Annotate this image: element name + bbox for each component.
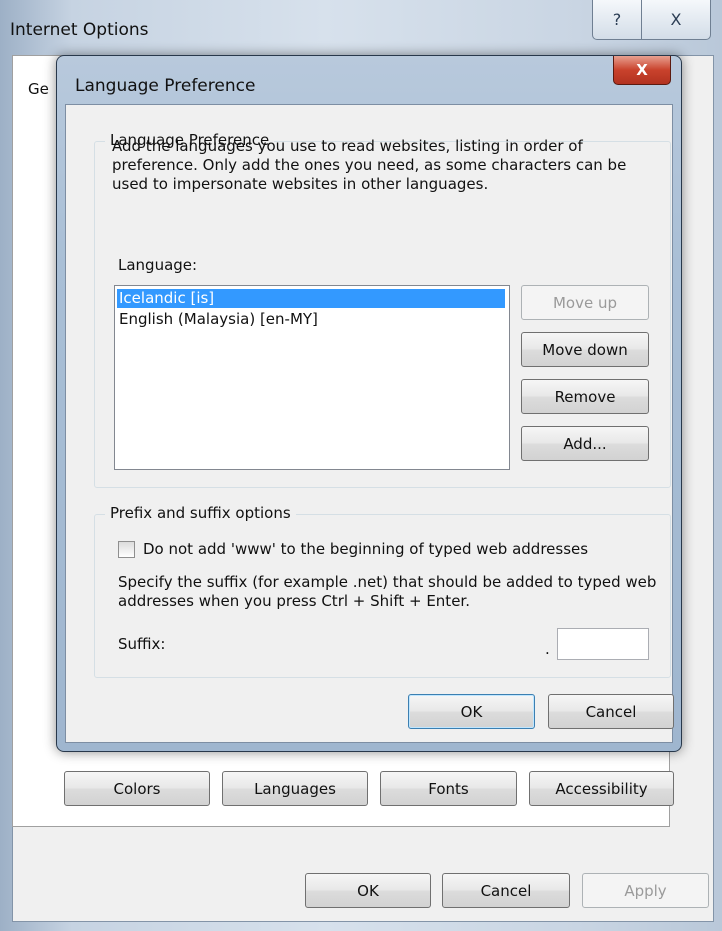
add-button[interactable]: Add... [521, 426, 649, 461]
move-down-button[interactable]: Move down [521, 332, 649, 367]
help-button[interactable]: ? [592, 0, 642, 40]
languages-button[interactable]: Languages [222, 771, 368, 806]
language-description: Add the languages you use to read websit… [112, 137, 627, 193]
apply-button[interactable]: Apply [582, 873, 709, 908]
window-title: Internet Options [10, 20, 149, 40]
close-button[interactable]: X [641, 0, 711, 40]
suffix-description: Specify the suffix (for example .net) th… [118, 573, 657, 610]
tab-general[interactable]: Ge [28, 80, 49, 98]
group-legend: Prefix and suffix options [105, 504, 296, 522]
dialog-cancel-button[interactable]: Cancel [548, 694, 674, 729]
colors-button[interactable]: Colors [64, 771, 210, 806]
suffix-input[interactable] [557, 628, 649, 660]
language-list-label: Language: [118, 256, 198, 274]
close-icon: X [636, 61, 648, 79]
no-www-checkbox[interactable] [118, 541, 135, 558]
dialog-close-button[interactable]: X [613, 56, 671, 85]
no-www-checkbox-label[interactable]: Do not add 'www' to the beginning of typ… [143, 540, 588, 559]
suffix-label: Suffix: [118, 635, 166, 653]
language-listbox[interactable]: Icelandic [is] English (Malaysia) [en-MY… [114, 285, 510, 470]
close-icon: X [670, 10, 682, 29]
suffix-dot: . [545, 640, 550, 658]
outer-cancel-button[interactable]: Cancel [442, 873, 570, 908]
move-up-button[interactable]: Move up [521, 285, 649, 320]
remove-button[interactable]: Remove [521, 379, 649, 414]
fonts-button[interactable]: Fonts [380, 771, 517, 806]
dialog-ok-button[interactable]: OK [408, 694, 535, 729]
outer-ok-button[interactable]: OK [305, 873, 431, 908]
list-item[interactable]: Icelandic [is] [117, 289, 505, 308]
help-icon: ? [612, 10, 622, 29]
accessibility-button[interactable]: Accessibility [529, 771, 674, 806]
list-item[interactable]: English (Malaysia) [en-MY] [117, 310, 318, 329]
dialog-title: Language Preference [75, 76, 256, 96]
